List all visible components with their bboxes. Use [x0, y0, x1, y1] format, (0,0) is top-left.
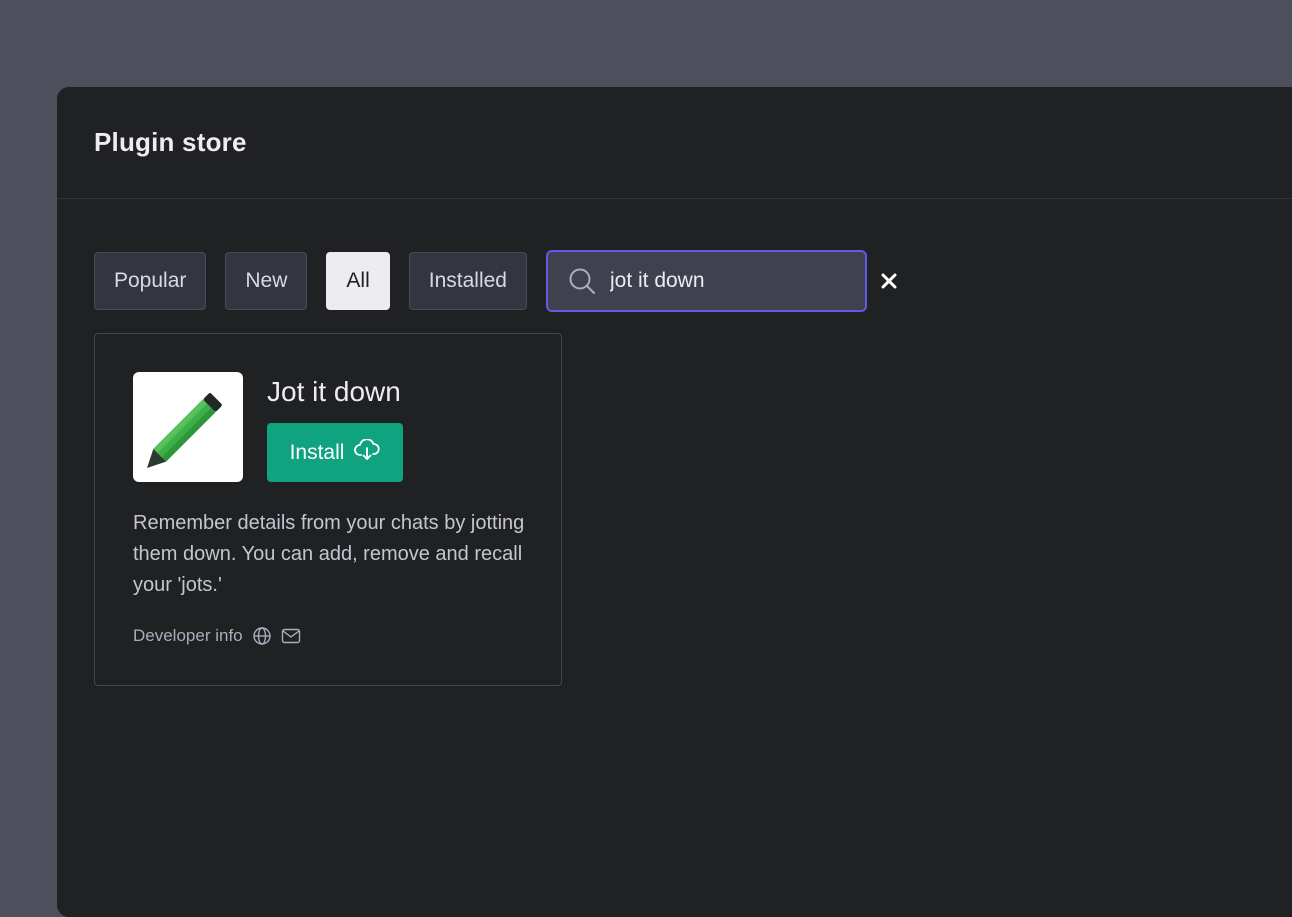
- tab-popular[interactable]: Popular: [94, 252, 207, 310]
- install-button[interactable]: Install: [267, 423, 403, 482]
- search-input[interactable]: [609, 269, 881, 293]
- plugin-description: Remember details from your chats by jott…: [133, 512, 525, 596]
- search-icon: [568, 266, 596, 296]
- search-box[interactable]: [545, 250, 897, 312]
- plugin-card: Jot it down Install Remember details fro…: [94, 333, 562, 686]
- filter-bar: Popular New All Installed: [94, 250, 897, 312]
- mail-icon[interactable]: [281, 628, 301, 644]
- plugin-store-modal: Plugin store Popular New All Installed j…: [57, 87, 1292, 917]
- close-icon[interactable]: [881, 271, 897, 291]
- pencil-logo: [133, 372, 243, 482]
- globe-icon[interactable]: [252, 626, 272, 646]
- developer-info: Developer info: [133, 626, 301, 646]
- cloud-download-icon: [354, 437, 381, 467]
- install-label: Install: [289, 440, 345, 464]
- tab-new[interactable]: New: [225, 252, 308, 310]
- plugin-name: Jot it down: [267, 376, 401, 407]
- tab-installed[interactable]: Installed: [408, 252, 527, 310]
- page-title: Plugin store: [94, 127, 247, 157]
- modal-header: Plugin store: [57, 87, 1292, 199]
- tab-all[interactable]: All: [326, 252, 390, 310]
- developer-info-label: Developer info: [133, 626, 243, 645]
